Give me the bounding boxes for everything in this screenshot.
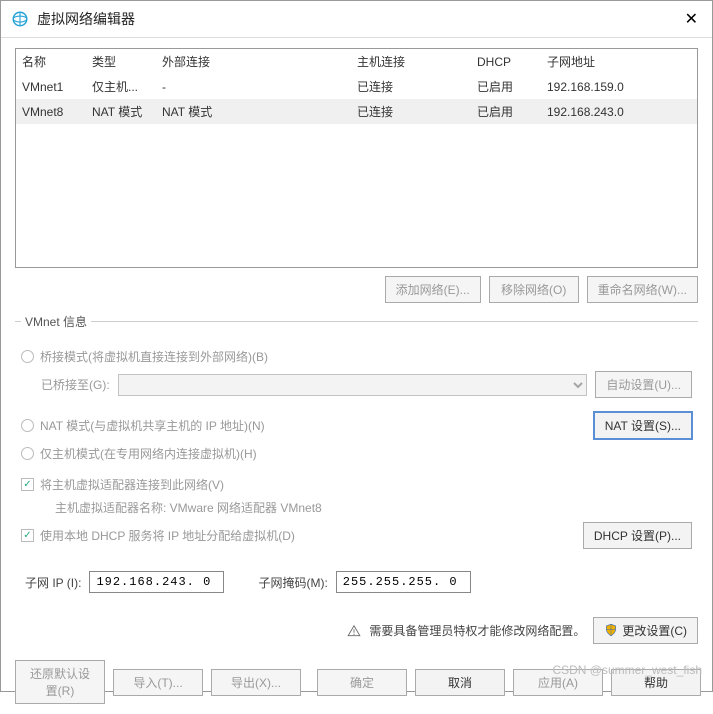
titlebar: 虚拟网络编辑器 ✕ [1,1,712,38]
connect-adapter-check[interactable] [21,478,34,491]
remove-network-button[interactable]: 移除网络(O) [489,276,579,303]
hostonly-radio[interactable] [21,447,34,460]
table-header: 名称 类型 外部连接 主机连接 DHCP 子网地址 [16,49,697,74]
change-settings-button[interactable]: 更改设置(C) [593,617,698,644]
subnet-ip-label: 子网 IP (I): [25,574,81,591]
restore-defaults-button[interactable]: 还原默认设置(R) [15,660,105,704]
nat-settings-button[interactable]: NAT 设置(S)... [594,412,692,439]
ok-button[interactable]: 确定 [317,669,407,696]
use-dhcp-label: 使用本地 DHCP 服务将 IP 地址分配给虚拟机(D) [40,527,295,544]
export-button[interactable]: 导出(X)... [211,669,301,696]
auto-settings-button[interactable]: 自动设置(U)... [595,371,692,398]
help-button[interactable]: 帮助 [611,669,701,696]
hostonly-label: 仅主机模式(在专用网络内连接虚拟机)(H) [40,445,257,462]
vmnet-info-group: VMnet 信息 桥接模式(将虚拟机直接连接到外部网络)(B) 已桥接至(G):… [15,313,698,603]
add-network-button[interactable]: 添加网络(E)... [385,276,481,303]
table-row[interactable]: VMnet8NAT 模式NAT 模式已连接已启用192.168.243.0 [16,99,697,124]
bridge-to-select[interactable] [118,374,588,396]
nat-label: NAT 模式(与虚拟机共享主机的 IP 地址)(N) [40,417,265,434]
use-dhcp-check[interactable] [21,529,34,542]
nat-radio[interactable] [21,419,34,432]
apply-button[interactable]: 应用(A) [513,669,603,696]
warning-icon [347,624,361,638]
table-row[interactable]: VMnet1仅主机...-已连接已启用192.168.159.0 [16,74,697,99]
network-table[interactable]: 名称 类型 外部连接 主机连接 DHCP 子网地址 VMnet1仅主机...-已… [15,48,698,268]
adapter-name-label: 主机虚拟适配器名称: VMware 网络适配器 VMnet8 [55,499,322,516]
bridge-to-label: 已桥接至(G): [41,376,110,393]
subnet-mask-label: 子网掩码(M): [258,574,327,591]
subnet-ip-field[interactable]: 192.168.243. 0 [89,571,224,593]
connect-adapter-label: 将主机虚拟适配器连接到此网络(V) [40,476,224,493]
dhcp-settings-button[interactable]: DHCP 设置(P)... [583,522,692,549]
app-icon [11,10,29,28]
bridge-label: 桥接模式(将虚拟机直接连接到外部网络)(B) [40,348,268,365]
warning-text: 需要具备管理员特权才能修改网络配置。 [369,622,585,639]
cancel-button[interactable]: 取消 [415,669,505,696]
window-title: 虚拟网络编辑器 [37,9,681,29]
rename-network-button[interactable]: 重命名网络(W)... [587,276,698,303]
close-icon[interactable]: ✕ [681,9,702,29]
bridge-radio[interactable] [21,350,34,363]
shield-icon [604,623,618,637]
subnet-mask-field[interactable]: 255.255.255. 0 [336,571,471,593]
vmnet-info-legend: VMnet 信息 [21,313,91,330]
import-button[interactable]: 导入(T)... [113,669,203,696]
